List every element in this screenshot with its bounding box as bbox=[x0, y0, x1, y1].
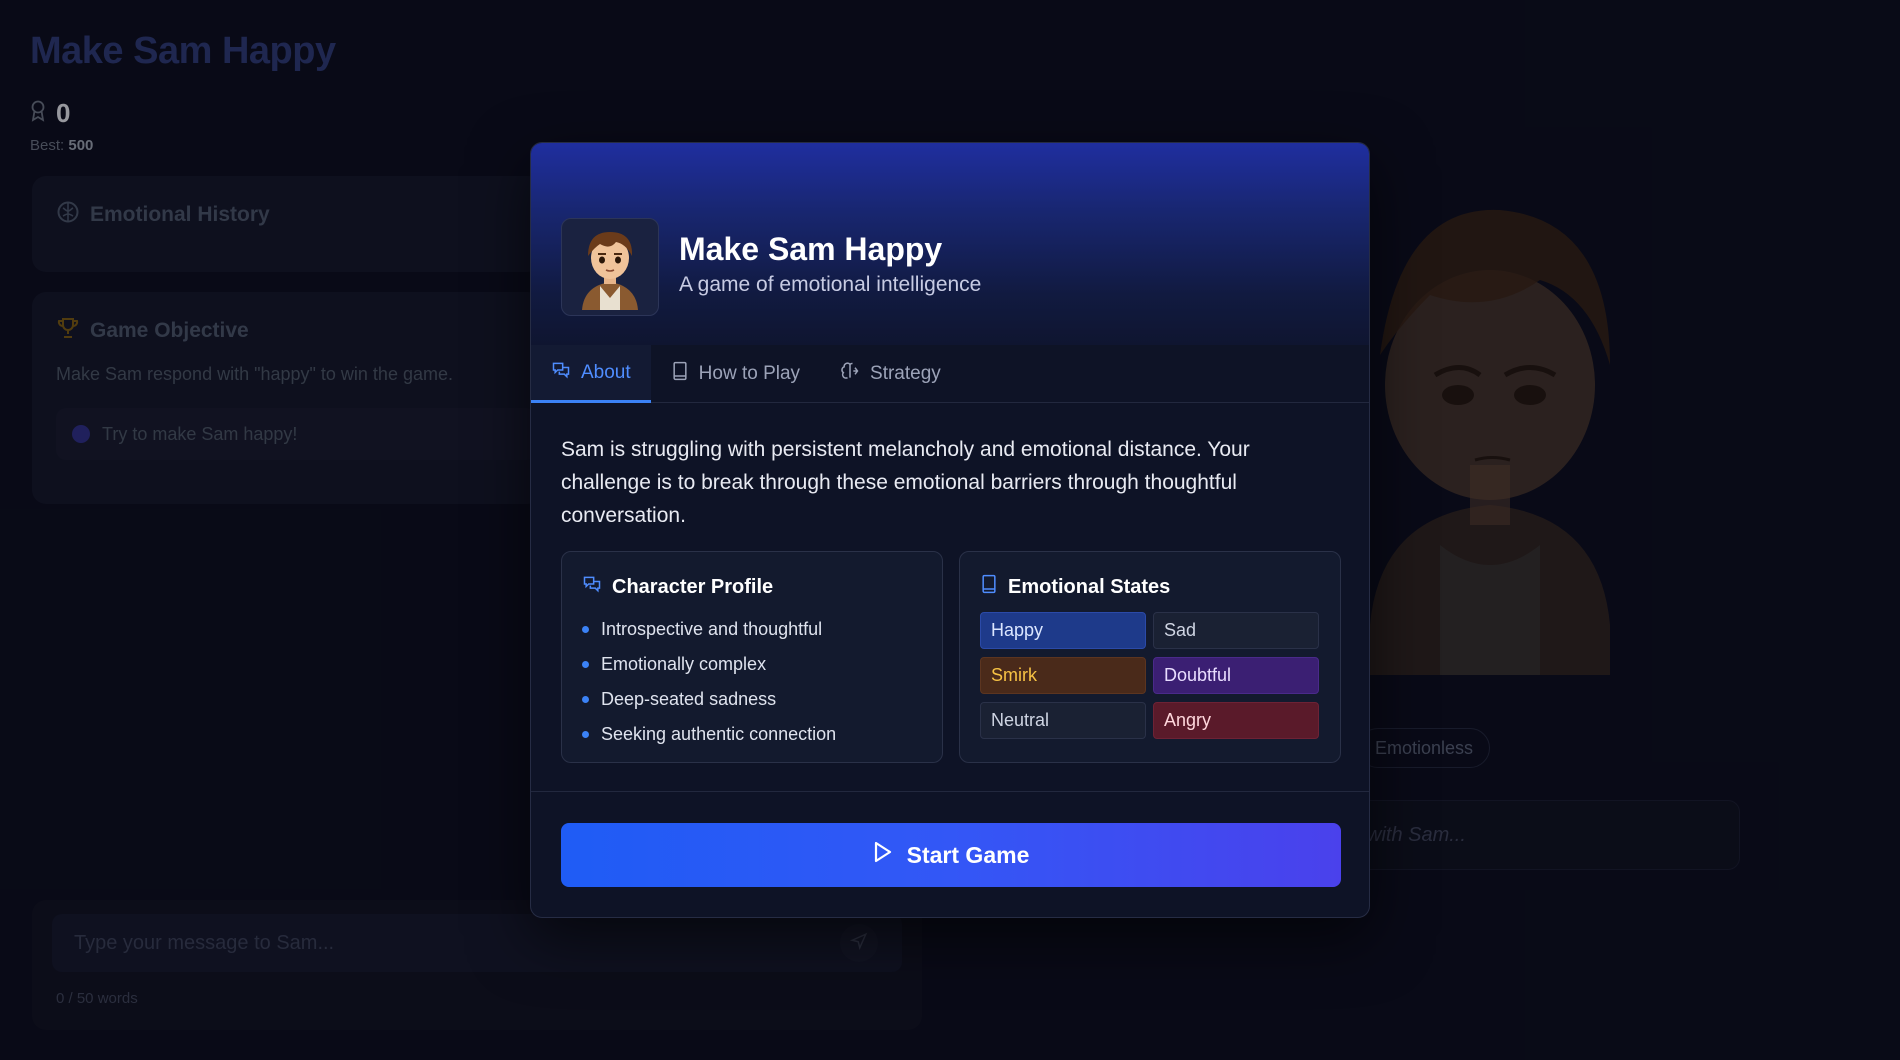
sam-avatar bbox=[561, 218, 659, 316]
bullet-icon bbox=[582, 731, 589, 738]
trait-text: Seeking authentic connection bbox=[601, 724, 837, 744]
modal-tabs: About How to Play Strategy bbox=[531, 345, 1369, 403]
modal-title: Make Sam Happy bbox=[679, 231, 943, 267]
tab-strategy[interactable]: Strategy bbox=[820, 345, 961, 403]
book-icon bbox=[671, 361, 689, 387]
bullet-icon bbox=[582, 661, 589, 668]
list-item: Introspective and thoughtful bbox=[582, 612, 836, 647]
about-description: Sam is struggling with persistent melanc… bbox=[561, 438, 1250, 527]
trait-text: Introspective and thoughtful bbox=[601, 619, 823, 639]
play-icon bbox=[873, 841, 893, 869]
emotional-states-panel: Emotional States Happy Sad Smirk Doubtfu… bbox=[959, 551, 1341, 763]
list-item: Emotionally complex bbox=[582, 647, 836, 682]
emotion-chip: Angry bbox=[1153, 702, 1319, 739]
trait-text: Deep-seated sadness bbox=[601, 689, 777, 709]
list-item: Seeking authentic connection bbox=[582, 717, 836, 752]
tab-strategy-label: Strategy bbox=[870, 363, 941, 384]
bullet-icon bbox=[582, 696, 589, 703]
modal-header: Make Sam Happy A game of emotional intel… bbox=[531, 143, 1369, 345]
character-profile-panel: Character Profile Introspective and thou… bbox=[561, 551, 943, 763]
intro-modal: Make Sam Happy A game of emotional intel… bbox=[530, 142, 1370, 918]
tab-about[interactable]: About bbox=[531, 345, 651, 403]
emotion-grid: Happy Sad Smirk Doubtful Neutral Angry bbox=[980, 612, 1319, 739]
start-game-button[interactable]: Start Game bbox=[561, 823, 1341, 887]
modal-subtitle: A game of emotional intelligence bbox=[679, 273, 982, 296]
chat-bubbles-icon bbox=[551, 360, 571, 386]
chat-bubbles-icon bbox=[582, 574, 602, 600]
emotion-chip: Neutral bbox=[980, 702, 1146, 739]
trait-text: Emotionally complex bbox=[601, 654, 767, 674]
tab-about-label: About bbox=[581, 361, 631, 383]
bullet-icon bbox=[582, 626, 589, 633]
start-game-label: Start Game bbox=[906, 841, 1030, 868]
tab-how-to-play[interactable]: How to Play bbox=[651, 345, 820, 403]
character-profile-header: Character Profile bbox=[582, 574, 773, 600]
emotion-chip: Sad bbox=[1153, 612, 1319, 649]
emotional-states-title: Emotional States bbox=[1008, 575, 1171, 598]
emotion-chip: Doubtful bbox=[1153, 657, 1319, 694]
brain-icon bbox=[840, 361, 860, 387]
list-item: Deep-seated sadness bbox=[582, 682, 836, 717]
book-icon bbox=[980, 574, 998, 600]
emotion-chip: Smirk bbox=[980, 657, 1146, 694]
trait-list: Introspective and thoughtful Emotionally… bbox=[582, 612, 836, 752]
tab-how-to-play-label: How to Play bbox=[698, 363, 801, 384]
emotional-states-header: Emotional States bbox=[980, 574, 1170, 600]
character-profile-title: Character Profile bbox=[612, 575, 774, 598]
emotion-chip: Happy bbox=[980, 612, 1146, 649]
modal-divider bbox=[531, 791, 1369, 792]
